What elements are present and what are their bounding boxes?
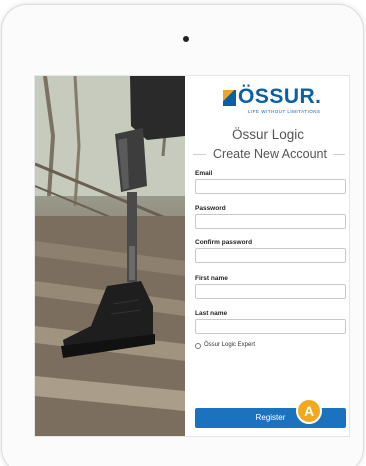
tablet-frame: ÖSSUR. LIFE WITHOUT LIMITATIONS Össur Lo…: [1, 4, 364, 466]
logo-tagline: LIFE WITHOUT LIMITATIONS: [248, 109, 321, 114]
last-name-field[interactable]: [195, 319, 346, 334]
subtitle-rule-right: [333, 154, 345, 155]
email-field[interactable]: [195, 179, 346, 194]
confirm-password-label: Confirm password: [195, 239, 253, 246]
logo-wordmark: ÖSSUR.: [238, 85, 322, 108]
register-button[interactable]: Register: [195, 408, 346, 428]
subtitle-row: Create New Account: [193, 146, 349, 162]
expert-option-label: Össur Logic Expert: [204, 342, 256, 348]
password-label: Password: [195, 205, 226, 212]
first-name-label: First name: [195, 275, 228, 282]
camera-dot: [183, 36, 189, 42]
password-field[interactable]: [195, 214, 346, 229]
prosthetic-leg-photo: [35, 76, 185, 436]
ossur-logo: ÖSSUR. LIFE WITHOUT LIMITATIONS: [223, 85, 323, 114]
last-name-label: Last name: [195, 310, 228, 317]
email-label: Email: [195, 170, 213, 177]
page-subtitle: Create New Account: [213, 147, 327, 161]
app-title: Össur Logic: [231, 127, 305, 142]
confirm-password-field[interactable]: [195, 248, 346, 263]
ossur-logo-icon: [223, 90, 236, 106]
app-screen: ÖSSUR. LIFE WITHOUT LIMITATIONS Össur Lo…: [34, 75, 350, 437]
first-name-field[interactable]: [195, 284, 346, 299]
create-account-form: ÖSSUR. LIFE WITHOUT LIMITATIONS Össur Lo…: [185, 76, 349, 436]
expert-radio[interactable]: [195, 343, 201, 349]
photo-illustration: [35, 76, 185, 436]
annotation-badge: A: [296, 398, 322, 424]
